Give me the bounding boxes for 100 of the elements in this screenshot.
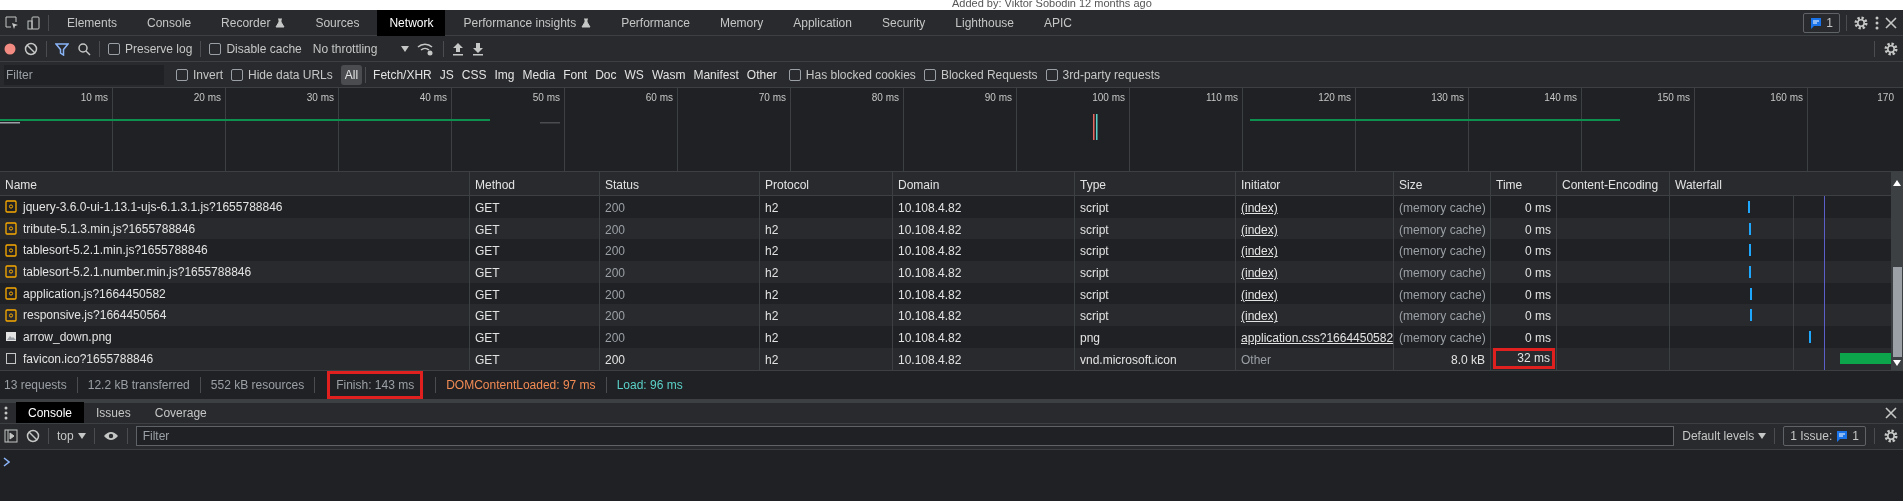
console-filter-input[interactable]: Filter xyxy=(135,426,1675,446)
resource-type-filter[interactable]: Font xyxy=(559,64,592,85)
size: (memory cache) xyxy=(1399,222,1486,237)
search-icon[interactable] xyxy=(77,41,91,56)
export-icon[interactable] xyxy=(472,41,485,56)
resource-type-filter[interactable]: Manifest xyxy=(689,64,743,85)
settings-icon[interactable] xyxy=(1883,40,1899,57)
resource-type-filter[interactable]: Wasm xyxy=(647,64,690,85)
import-icon[interactable] xyxy=(452,41,465,56)
panel-tab[interactable]: Security xyxy=(869,9,938,36)
table-row[interactable]: favicon.ico?1655788846 GET 200 h2 10.108.4.82 vnd.microsoft.icon Other 8.0 kB 32 ms xyxy=(0,347,1892,370)
checkbox-option[interactable]: Preserve log xyxy=(108,39,193,58)
panel-tab[interactable]: APIC xyxy=(1032,9,1085,36)
panel-tab[interactable]: Sources xyxy=(303,9,372,36)
panel-tab[interactable]: Elements xyxy=(55,9,130,36)
inspect-icon[interactable] xyxy=(4,14,20,31)
scrollbar[interactable] xyxy=(1892,172,1903,370)
resource-type-filter[interactable]: All xyxy=(340,64,363,85)
table-row[interactable]: tablesort-5.2.1.number.min.js?1655788846 GET 200 h2 10.108.4.82 script (index) (memory cache) 0 ms xyxy=(0,261,1892,283)
size: (memory cache) xyxy=(1399,287,1486,302)
initiator-link[interactable]: (index) xyxy=(1241,309,1278,324)
panel-tab[interactable]: Memory xyxy=(707,9,776,36)
initiator-link[interactable]: (index) xyxy=(1241,222,1278,237)
checkbox-option[interactable]: Invert xyxy=(176,65,223,84)
resource-type-filter[interactable]: Media xyxy=(518,64,560,85)
clear-icon[interactable] xyxy=(24,41,38,56)
resource-type-filter[interactable]: Fetch/XHR xyxy=(369,64,436,85)
resource-type-filter[interactable]: Img xyxy=(490,64,519,85)
filter-input[interactable]: Filter xyxy=(4,64,164,85)
clear-icon[interactable] xyxy=(26,429,40,443)
issues-button[interactable]: 1 Issue: 1 xyxy=(1783,426,1866,446)
initiator-link[interactable]: (index) xyxy=(1241,201,1278,215)
time-tick-label: 40 ms xyxy=(419,92,447,103)
scroll-down-icon[interactable] xyxy=(1893,359,1901,366)
context-dropdown[interactable]: top xyxy=(57,427,86,445)
throttling-dropdown[interactable]: No throttling xyxy=(312,39,410,58)
panel-tab[interactable]: Console xyxy=(135,9,204,36)
resource-type-filter[interactable]: JS xyxy=(435,64,458,85)
request-name[interactable]: tribute-5.1.3.min.js?1655788846 xyxy=(23,219,196,238)
more-options-icon[interactable] xyxy=(1875,15,1879,30)
record-icon[interactable] xyxy=(4,42,16,55)
initiator-link[interactable]: application.css?1664450582 xyxy=(1241,331,1394,346)
checkbox-option[interactable]: Disable cache xyxy=(209,39,302,58)
request-name[interactable]: application.js?1664450582 xyxy=(23,284,166,303)
request-name[interactable]: responsive.js?1664450564 xyxy=(23,306,167,325)
request-name[interactable]: tablesort-5.2.1.number.min.js?1655788846 xyxy=(23,262,252,281)
checkbox-option[interactable]: 3rd-party requests xyxy=(1045,65,1160,84)
panel-tab[interactable]: Application xyxy=(781,9,864,36)
column-header[interactable]: Method xyxy=(475,178,516,192)
column-header[interactable]: Time xyxy=(1496,178,1523,192)
status-code: 200 xyxy=(605,352,626,367)
resource-type-filter[interactable]: Other xyxy=(742,64,781,85)
drawer-tab[interactable]: Console xyxy=(16,402,85,423)
resource-type-filter[interactable]: WS xyxy=(620,64,648,85)
close-icon[interactable] xyxy=(1885,406,1897,419)
drawer-tab[interactable]: Issues xyxy=(84,402,143,423)
table-row[interactable]: responsive.js?1664450564 GET 200 h2 10.108.4.82 script (index) (memory cache) 0 ms xyxy=(0,304,1892,327)
request-name[interactable]: arrow_down.png xyxy=(23,327,112,346)
table-row[interactable]: tribute-5.1.3.min.js?1655788846 GET 200 h2 10.108.4.82 script (index) (memory cache) 0 ms xyxy=(0,217,1892,240)
column-header[interactable]: Type xyxy=(1080,178,1106,192)
checkbox-option[interactable]: Blocked Requests xyxy=(923,65,1038,84)
panel-tab[interactable]: Performance insights xyxy=(451,9,604,36)
table-row[interactable]: arrow_down.png GET 200 h2 10.108.4.82 png application.css?1664450582 (memory cache) 0 ms xyxy=(0,326,1892,348)
request-name[interactable]: jquery-3.6.0-ui-1.13.1-ujs-6.1.3.1.js?1655788846 xyxy=(23,197,283,216)
panel-tab[interactable]: Performance xyxy=(609,9,702,36)
resource-type-filter[interactable]: Doc xyxy=(591,64,621,85)
request-name[interactable]: favicon.ico?1655788846 xyxy=(23,349,154,368)
initiator-link[interactable]: (index) xyxy=(1241,266,1278,281)
column-header[interactable]: Protocol xyxy=(765,178,810,192)
eye-icon[interactable] xyxy=(102,430,119,442)
request-method: GET xyxy=(475,331,500,346)
panel-tab[interactable]: Lighthouse xyxy=(943,9,1027,36)
table-row[interactable]: jquery-3.6.0-ui-1.13.1-ujs-6.1.3.1.js?1655788846 GET 200 h2 10.108.4.82 script (index) (memory cache) 0 ms xyxy=(0,196,1892,218)
column-header[interactable]: Status xyxy=(605,178,640,192)
request-name[interactable]: tablesort-5.2.1.min.js?1655788846 xyxy=(23,241,208,260)
initiator-link[interactable]: (index) xyxy=(1241,287,1278,302)
issues-button[interactable]: 1 xyxy=(1803,12,1840,33)
panel-tab[interactable]: Recorder xyxy=(209,9,298,36)
panel-tab[interactable]: Network xyxy=(377,9,446,36)
column-header[interactable]: Initiator xyxy=(1241,178,1281,192)
close-icon[interactable] xyxy=(1885,16,1897,29)
device-toolbar-icon[interactable] xyxy=(26,14,42,31)
settings-icon[interactable] xyxy=(1853,14,1869,31)
settings-icon[interactable] xyxy=(1883,428,1899,444)
resource-type-filter[interactable]: CSS xyxy=(457,64,491,85)
column-header[interactable]: Size xyxy=(1399,178,1423,192)
column-header[interactable]: Name xyxy=(5,178,37,192)
drawer-tab[interactable]: Coverage xyxy=(142,402,219,423)
column-header[interactable]: Domain xyxy=(898,178,940,192)
checkbox-option[interactable]: Hide data URLs xyxy=(231,65,333,84)
checkbox-option[interactable]: Has blocked cookies xyxy=(788,65,916,84)
column-header[interactable]: Content-Encoding xyxy=(1562,178,1659,192)
initiator-link[interactable]: (index) xyxy=(1241,244,1278,259)
column-header[interactable]: Waterfall xyxy=(1675,178,1722,192)
scrollbar-thumb[interactable] xyxy=(1893,267,1902,357)
scroll-up-icon[interactable] xyxy=(1893,180,1901,186)
sidebar-toggle-icon[interactable] xyxy=(4,429,18,443)
filter-icon[interactable] xyxy=(55,41,69,56)
log-levels-dropdown[interactable]: Default levels xyxy=(1682,427,1767,445)
more-options-icon[interactable] xyxy=(4,405,8,420)
